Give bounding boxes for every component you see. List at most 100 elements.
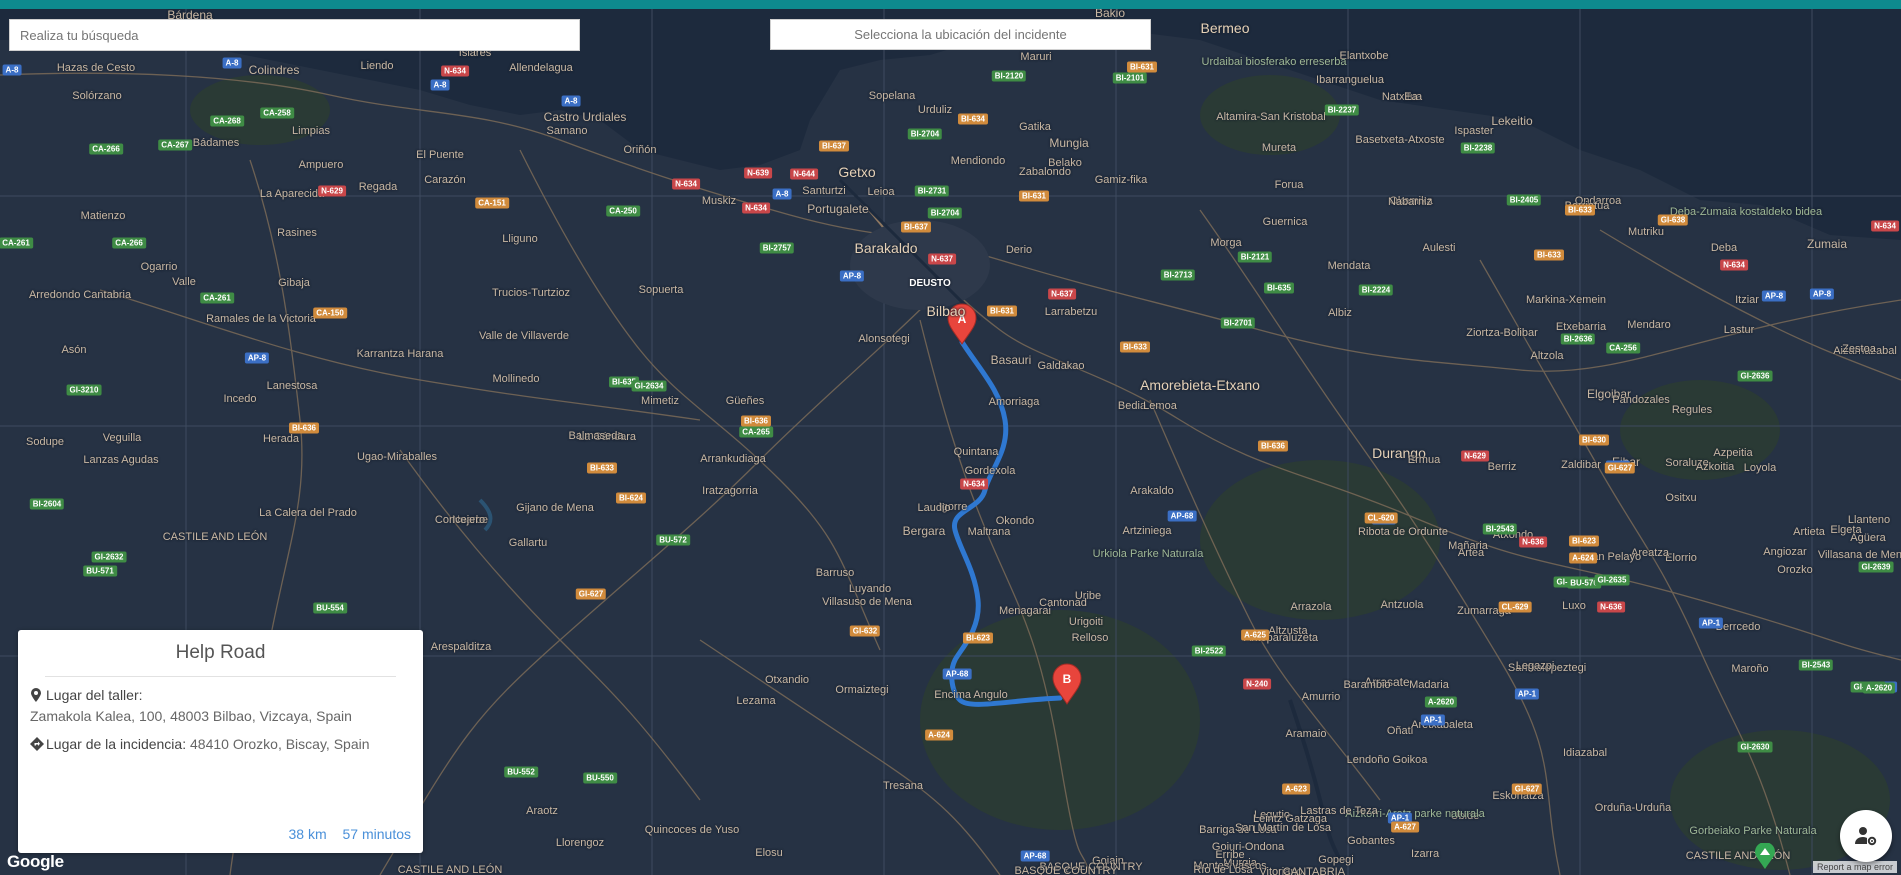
map-place-label: Llorengoz — [555, 837, 605, 849]
map-place-label: Veguilla — [102, 432, 142, 444]
map-place-label: Concejero — [434, 514, 486, 526]
map-place-label: Zestoa — [1842, 343, 1876, 355]
map-place-label: Araotz — [526, 805, 558, 817]
map-place-label: Barruso — [815, 567, 855, 579]
map-place-label: Lastur — [1723, 324, 1755, 336]
map-place-label: Allendelagua — [509, 62, 573, 74]
user-settings-button[interactable] — [1840, 810, 1892, 862]
road-shield: BU-571 — [83, 565, 117, 577]
map-place-label: Barakaldo — [854, 240, 918, 256]
map-place-label: Ibarranguelua — [1316, 74, 1384, 86]
map-place-label: Muskiz — [701, 195, 737, 207]
map-place-label: Loyola — [1743, 462, 1777, 474]
road-shield: BI-2757 — [759, 242, 795, 254]
top-accent-bar — [0, 0, 1901, 9]
map-place-label: Gopegi — [1318, 854, 1354, 866]
map-place-label: Lendoño Goikoa — [1346, 754, 1428, 766]
green-place-marker-icon[interactable] — [1755, 842, 1775, 874]
map-place-label: Lezama — [736, 695, 776, 707]
search-input[interactable] — [9, 19, 580, 51]
road-shield: CA-266 — [112, 237, 146, 249]
road-shield: GI-2636 — [1737, 370, 1773, 382]
map-place-label: Valle de Villaverde — [478, 330, 570, 342]
map-place-label: Laudio — [917, 502, 951, 514]
map-place-label: Regules — [1671, 404, 1713, 416]
map-place-label: Ea — [1404, 91, 1418, 103]
map-place-label: Asón — [61, 344, 87, 356]
svg-text:B: B — [1063, 672, 1072, 686]
map-place-label: Iratzagorria — [702, 485, 758, 497]
map-place-label: Quintana — [953, 446, 999, 458]
map-place-label: Aulesti — [1422, 242, 1456, 254]
road-shield: BI-2543 — [1482, 523, 1518, 535]
map-place-label: Derio — [1005, 244, 1033, 256]
map-place-label: Mureta — [1261, 142, 1297, 154]
map-place-label: Antzuola — [1380, 599, 1424, 611]
map-place-label: Izarra — [1410, 848, 1440, 860]
map-place-label: Gobantes — [1347, 835, 1395, 847]
map-place-label: Ispaster — [1454, 125, 1494, 137]
road-shield: AP-68 — [1167, 510, 1197, 522]
map-place-label: Gatika — [1019, 121, 1051, 133]
map-place-label: Maltrana — [967, 526, 1011, 538]
road-shield: N-637 — [1048, 288, 1076, 300]
road-shield: BI-633 — [1564, 204, 1596, 216]
map-place-label: Elantxobe — [1339, 50, 1389, 62]
road-shield: GI-2635 — [1594, 574, 1630, 586]
road-shield: AP-8 — [1809, 288, 1835, 300]
map-place-label: Menagarai — [999, 605, 1051, 617]
map-place-label: Amorebieta-Etxano — [1140, 377, 1260, 393]
road-shield: BI-2224 — [1358, 284, 1394, 296]
workshop-label: Lugar del taller: — [46, 687, 143, 703]
map-place-label: Azpeitia — [1713, 447, 1753, 459]
map-place-label: Arrazola — [1290, 601, 1332, 613]
map-place-label: Ermua — [1407, 454, 1441, 466]
map-place-label: Lliguno — [502, 233, 538, 245]
map-place-label: Bakio — [1094, 9, 1126, 20]
road-shield: BU-550 — [583, 772, 617, 784]
map-place-label: Santurtzi — [802, 185, 846, 197]
road-shield: BI-631 — [986, 305, 1018, 317]
map-place-label: Altzola — [1530, 350, 1564, 362]
map-place-label: Ribota de Ordunte — [1358, 526, 1448, 538]
road-shield: BI-2636 — [1560, 333, 1596, 345]
map-place-label: Liendo — [360, 60, 394, 72]
map-place-label: Mungia — [1049, 136, 1089, 150]
map-place-label: Aramaio — [1285, 728, 1327, 740]
route-distance: 38 km — [288, 826, 327, 842]
road-shield: BI-2120 — [991, 70, 1027, 82]
road-shield: N-637 — [928, 253, 956, 265]
road-shield: N-629 — [318, 185, 346, 197]
map-place-label: Urkiola Parke Naturala — [1092, 548, 1204, 560]
road-shield: CA-256 — [1606, 342, 1640, 354]
road-shield: BU-554 — [313, 602, 347, 614]
road-shield: BI-631 — [1126, 61, 1158, 73]
map-place-label: Forua — [1274, 179, 1304, 191]
map-place-label: Maruri — [1020, 51, 1052, 63]
map-place-label: Itziar — [1735, 294, 1759, 306]
road-shield: AP-1 — [1420, 714, 1446, 726]
map-place-label: Bedia — [1117, 400, 1147, 412]
incident-location-input[interactable] — [770, 19, 1151, 50]
map-place-label: Incedo — [223, 393, 257, 405]
road-shield: N-240 — [1243, 678, 1271, 690]
map-place-label: CASTILE AND LEÓN — [397, 864, 503, 875]
road-shield: N-634 — [1720, 259, 1748, 271]
map-place-label: Limpias — [292, 125, 330, 137]
road-shield: BU-552 — [504, 766, 538, 778]
road-shield: BI-631 — [1018, 190, 1050, 202]
road-shield: A-8 — [222, 57, 242, 69]
map-place-label: Arredondo Cantabria — [28, 289, 132, 301]
map-place-label: Río de Losa — [1193, 864, 1253, 875]
map-place-label: Castro Urdiales — [543, 110, 627, 124]
road-shield: N-634 — [742, 202, 770, 214]
road-shield: N-639 — [744, 167, 772, 179]
map-place-label: Galdakao — [1037, 360, 1085, 372]
panel-divider — [45, 676, 396, 677]
map-place-label: Gordexola — [964, 465, 1016, 477]
road-shield: AP-8 — [1761, 290, 1787, 302]
map-place-label: Pandozales — [1612, 394, 1670, 406]
map-place-label: Llanteno — [1847, 514, 1891, 526]
map-place-label: Deba-Zumaia kostaldeko bidea — [1669, 206, 1823, 218]
report-map-error-link[interactable]: Report a map error — [1812, 861, 1897, 873]
